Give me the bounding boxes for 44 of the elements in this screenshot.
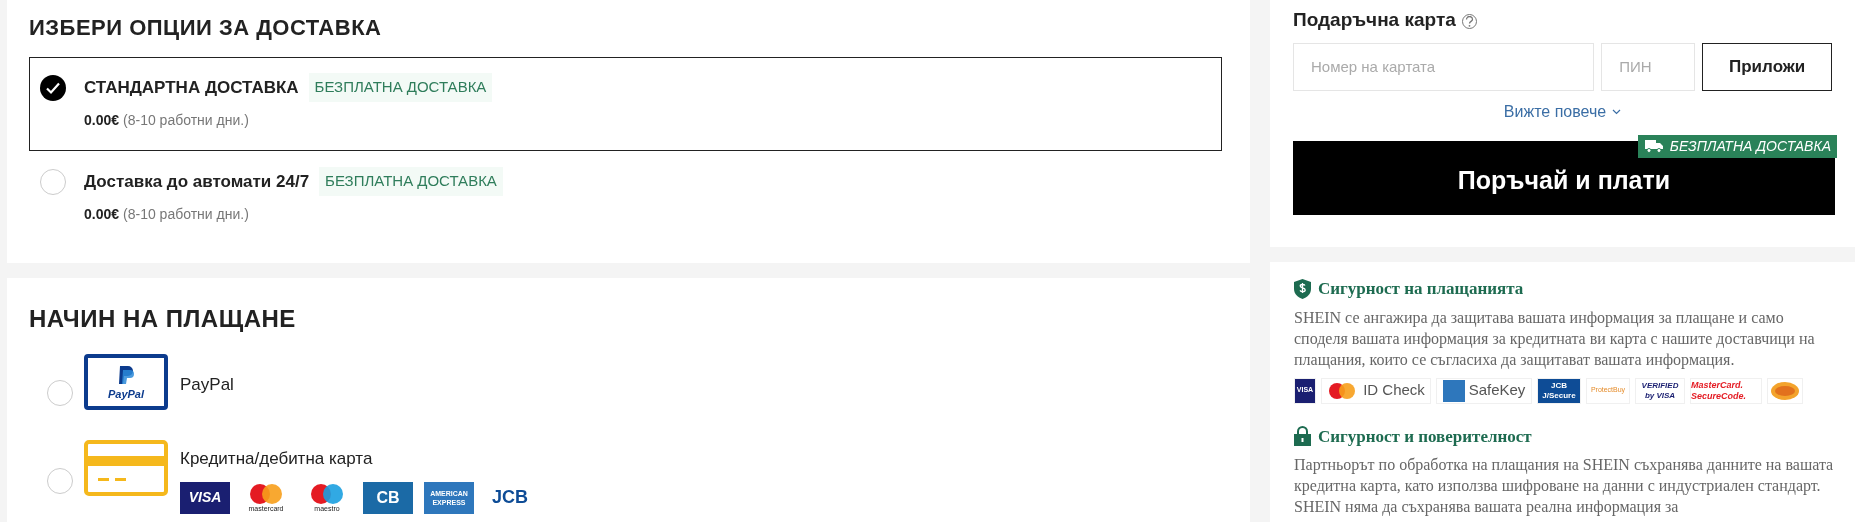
pin-field[interactable]: ПИН (1601, 42, 1696, 91)
security-seal-icon (1767, 377, 1803, 404)
security-text: Партньорът по обработка на плащания на SHEIN съхранява данните на вашата кредитна карта, като използва шифроване на данни с индустриален стандарт. SHEIN няма да съхранява вашата реална информация за (1294, 455, 1834, 517)
delivery-option[interactable]: Доставка до автомати 24/7 БЕЗПЛАТНА ДОСТАВКА 0.00€ (8-10 работни дни.) (29, 151, 1222, 245)
radio-button[interactable] (40, 169, 66, 195)
method-label: PayPal (180, 374, 234, 396)
see-more-link[interactable]: Вижте повече (1503, 99, 1622, 124)
delivery-time: (8-10 работни дни.) (123, 204, 249, 224)
radio-button[interactable] (47, 380, 73, 406)
apply-button[interactable]: Приложи (1702, 42, 1832, 91)
free-shipping-badge: БЕЗПЛАТНА ДОСТАВКА (1637, 134, 1837, 158)
option-title: Доставка до автомати 24/7 (84, 170, 310, 193)
truck-icon (1643, 139, 1664, 153)
paypal-logo: PayPal (84, 354, 168, 410)
padlock-icon (1294, 426, 1311, 447)
delivery-option[interactable]: СТАНДАРТНА ДОСТАВКА БЕЗПЛАТНА ДОСТАВКА 0.00€ (8-10 работни дни.) (29, 57, 1222, 151)
method-label: Кредитна/дебитна карта (180, 448, 374, 470)
checkmark-icon (45, 80, 61, 96)
price-text: 0.00€ (84, 204, 120, 224)
option-title: СТАНДАРТНА ДОСТАВКА (84, 76, 299, 99)
jcb-secure-logo: JCB J/Secure (1537, 377, 1581, 404)
security-heading: Сигурност на плащанията (1318, 278, 1524, 300)
card-number-field[interactable]: Номер на картата (1293, 42, 1595, 91)
cb-logo: CB (363, 481, 413, 514)
id-check-logo: ID Check (1321, 377, 1431, 404)
section-heading: ИЗБЕРИ ОПЦИИ ЗА ДОСТАВКА (29, 14, 383, 42)
safekey-logo: SafeKey (1436, 377, 1532, 404)
verified-by-visa-logo: VERIFIED by VISA (1635, 377, 1685, 404)
credit-card-icon (84, 440, 168, 496)
gift-card-title: Подаръчна карта (1293, 8, 1456, 32)
security-text: SHEIN се ангажира да защитава вашата информация за плащане и само споделя вашата информация за кредитната ви карта с нашите доставчици на плащания, които се съгласиха да защитават вашата информация. (1294, 307, 1816, 370)
visa-logo: VISA (180, 481, 230, 514)
radio-button[interactable] (47, 468, 73, 494)
chevron-down-icon (1612, 108, 1622, 115)
security-heading: Сигурност и поверителност (1318, 425, 1532, 448)
securecode-logo: MasterCard. SecureCode. (1690, 377, 1762, 404)
jcb-logo: JCB (491, 486, 529, 509)
shield-dollar-icon (1294, 278, 1311, 299)
price-text: 0.00€ (84, 110, 120, 130)
free-shipping-badge: БЕЗПЛАТНА ДОСТАВКА (308, 73, 493, 102)
section-heading: НАЧИН НА ПЛАЩАНЕ (29, 304, 297, 334)
checked-radio[interactable] (40, 75, 66, 101)
delivery-time: (8-10 работни дни.) (123, 110, 249, 130)
free-shipping-badge: БЕЗПЛАТНА ДОСТАВКА (319, 167, 503, 196)
